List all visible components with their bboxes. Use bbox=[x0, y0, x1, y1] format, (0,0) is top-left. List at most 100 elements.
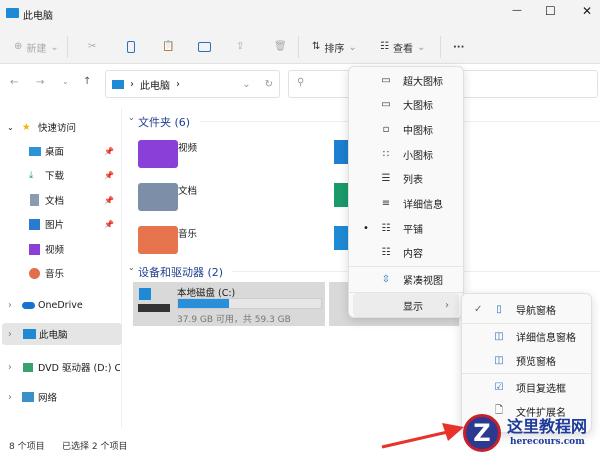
folder-documents[interactable]: 文档 bbox=[178, 183, 197, 197]
downloads-folder-icon bbox=[334, 183, 348, 207]
chevron-right-icon: › bbox=[445, 299, 449, 311]
sidebar-item-onedrive[interactable]: › OneDrive bbox=[0, 294, 120, 316]
recent-dropdown[interactable]: ⌄ bbox=[62, 77, 69, 86]
sort-button[interactable]: ⇅ 排序 ⌄ bbox=[312, 37, 357, 57]
menu-item-details[interactable]: ≡ 详细信息 bbox=[349, 191, 463, 215]
sidebar-item-label: 网络 bbox=[38, 393, 58, 404]
sidebar-item-label: 文档 bbox=[45, 196, 65, 207]
up-button[interactable]: ↑ bbox=[83, 76, 91, 87]
menu-item-medium-icons[interactable]: ▫ 中图标 bbox=[349, 117, 463, 141]
watermark-name: 这里教程网 bbox=[507, 417, 588, 436]
window-title: 此电脑 bbox=[23, 11, 53, 22]
sidebar-item-label: 图片 bbox=[45, 220, 65, 231]
drive-c-tile[interactable]: 本地磁盘 (C:) 37.9 GB 可用，共 59.3 GB bbox=[133, 282, 325, 326]
video-icon bbox=[29, 243, 40, 255]
folder-music[interactable]: 音乐 bbox=[178, 226, 197, 240]
watermark-logo: Z 这里教程网 herecours.com bbox=[455, 412, 600, 454]
paste-icon: 📋 bbox=[162, 41, 175, 52]
z-logo-icon: Z bbox=[463, 414, 501, 452]
folders-group-header[interactable]: 文件夹 (6) bbox=[138, 114, 190, 130]
view-icon: ☷ bbox=[380, 41, 389, 52]
menu-item-compact-view[interactable]: ⇳ 紧凑视图 bbox=[349, 267, 463, 291]
sidebar-item-label: 下载 bbox=[45, 171, 65, 182]
menu-item-content[interactable]: ☷ 内容 bbox=[349, 240, 463, 264]
menu-item-tiles[interactable]: • ☷ 平铺 bbox=[349, 216, 463, 240]
minimize-button[interactable]: — bbox=[512, 5, 522, 16]
drive-name: 本地磁盘 (C:) bbox=[177, 288, 236, 299]
sidebar-item-network[interactable]: › 网络 bbox=[0, 386, 120, 408]
sidebar-item-pictures[interactable]: 图片 📌 bbox=[0, 213, 120, 235]
chevron-down-icon[interactable]: ⌄ bbox=[242, 79, 250, 90]
compact-view-icon: ⇳ bbox=[381, 273, 391, 285]
menu-item-small-icons[interactable]: ∷ 小图标 bbox=[349, 142, 463, 166]
cloud-icon bbox=[22, 301, 35, 309]
copy-icon bbox=[127, 41, 135, 53]
sidebar-item-label: 快速访问 bbox=[38, 123, 77, 134]
devices-group-header[interactable]: 设备和驱动器 (2) bbox=[138, 264, 223, 280]
forward-button[interactable]: → bbox=[36, 77, 44, 88]
refresh-icon[interactable]: ↻ bbox=[265, 79, 273, 90]
view-menu: ▭ 超大图标 ▭ 大图标 ▫ 中图标 ∷ 小图标 ☰ 列表 ≡ 详细信息 • ☷ 平铺 ☷ 内容 … bbox=[348, 66, 464, 318]
chevron-down-icon[interactable]: ⌄ bbox=[128, 113, 135, 122]
close-button[interactable]: ✕ bbox=[582, 4, 592, 18]
preview-pane-icon: ◫ bbox=[494, 354, 504, 366]
copy-button[interactable] bbox=[127, 37, 135, 57]
command-bar: ⊕ 新建 ⌄ ✂ 📋 ⇪ 🗑 ⇅ 排序 ⌄ ☷ 查看 ⌄ ··· bbox=[0, 30, 600, 64]
sidebar-item-label: 音乐 bbox=[45, 269, 65, 280]
view-label: 查看 bbox=[392, 43, 413, 55]
sidebar-item-downloads[interactable]: ⤓ 下载 📌 bbox=[0, 164, 120, 186]
video-folder-icon bbox=[138, 140, 178, 168]
sidebar-item-quick-access[interactable]: ⌄ ★ 快速访问 bbox=[0, 116, 120, 138]
delete-button[interactable]: 🗑 bbox=[274, 37, 287, 57]
new-button[interactable]: ⊕ 新建 ⌄ bbox=[14, 37, 59, 57]
navigation-pane-icon: ▯ bbox=[496, 303, 502, 315]
breadcrumb-separator: › bbox=[176, 78, 180, 90]
chevron-down-icon[interactable]: ⌄ bbox=[128, 263, 135, 272]
monitor-icon: ▭ bbox=[381, 98, 391, 110]
menu-item-item-checkboxes[interactable]: ☑ 项目复选框 bbox=[462, 375, 591, 399]
menu-item-show[interactable]: 显示 › bbox=[353, 293, 459, 317]
network-icon bbox=[22, 392, 34, 402]
menu-item-details-pane[interactable]: ◫ 详细信息窗格 bbox=[462, 324, 591, 348]
address-bar[interactable]: › 此电脑 › ⌄ ↻ bbox=[105, 70, 280, 98]
menu-item-list[interactable]: ☰ 列表 bbox=[349, 166, 463, 190]
cut-button[interactable]: ✂ bbox=[88, 37, 96, 57]
content-icon: ☷ bbox=[381, 246, 391, 258]
menu-item-navigation-pane[interactable]: ✓ ▯ 导航窗格 bbox=[462, 297, 591, 321]
share-button[interactable]: ⇪ bbox=[236, 37, 244, 57]
plus-circle-icon: ⊕ bbox=[14, 41, 23, 52]
computer-icon bbox=[6, 8, 19, 18]
breadcrumb-this-pc[interactable]: 此电脑 bbox=[140, 77, 170, 92]
search-icon: ⚲ bbox=[297, 77, 305, 88]
dvd-icon bbox=[23, 362, 33, 372]
scissors-icon: ✂ bbox=[88, 41, 97, 52]
maximize-button[interactable]: ☐ bbox=[545, 4, 556, 18]
sidebar-item-documents[interactable]: 文档 📌 bbox=[0, 189, 120, 211]
selected-dot-icon: • bbox=[363, 222, 369, 234]
item-count: 8 个项目 bbox=[9, 442, 45, 452]
more-button[interactable]: ··· bbox=[453, 37, 464, 57]
menu-item-extra-large-icons[interactable]: ▭ 超大图标 bbox=[349, 68, 463, 92]
sidebar-item-videos[interactable]: 视频 bbox=[0, 238, 120, 260]
sidebar-item-this-pc[interactable]: › 此电脑 bbox=[2, 323, 122, 345]
computer-icon bbox=[112, 79, 124, 89]
menu-item-large-icons[interactable]: ▭ 大图标 bbox=[349, 92, 463, 116]
computer-icon bbox=[23, 329, 36, 339]
monitor-icon: ▫ bbox=[382, 123, 390, 135]
desktop-icon bbox=[29, 146, 41, 156]
sidebar-item-dvd[interactable]: › DVD 驱动器 (D:) CI bbox=[0, 356, 120, 378]
sidebar-item-label: 桌面 bbox=[45, 147, 65, 158]
folder-videos[interactable]: 视频 bbox=[178, 140, 197, 154]
back-button[interactable]: ← bbox=[10, 77, 18, 88]
drive-free-space: 37.9 GB 可用，共 59.3 GB bbox=[177, 315, 291, 325]
rename-button[interactable] bbox=[198, 37, 211, 57]
menu-item-preview-pane[interactable]: ◫ 预览窗格 bbox=[462, 348, 591, 372]
paste-button[interactable]: 📋 bbox=[162, 37, 174, 57]
music-icon bbox=[29, 267, 40, 279]
view-button[interactable]: ☷ 查看 ⌄ bbox=[380, 37, 425, 57]
drive-icon bbox=[138, 304, 170, 312]
sidebar-item-desktop[interactable]: 桌面 📌 bbox=[0, 140, 120, 162]
sort-label: 排序 bbox=[324, 43, 345, 55]
sidebar-item-music[interactable]: 音乐 bbox=[0, 262, 120, 284]
sidebar-item-label: OneDrive bbox=[38, 299, 83, 311]
